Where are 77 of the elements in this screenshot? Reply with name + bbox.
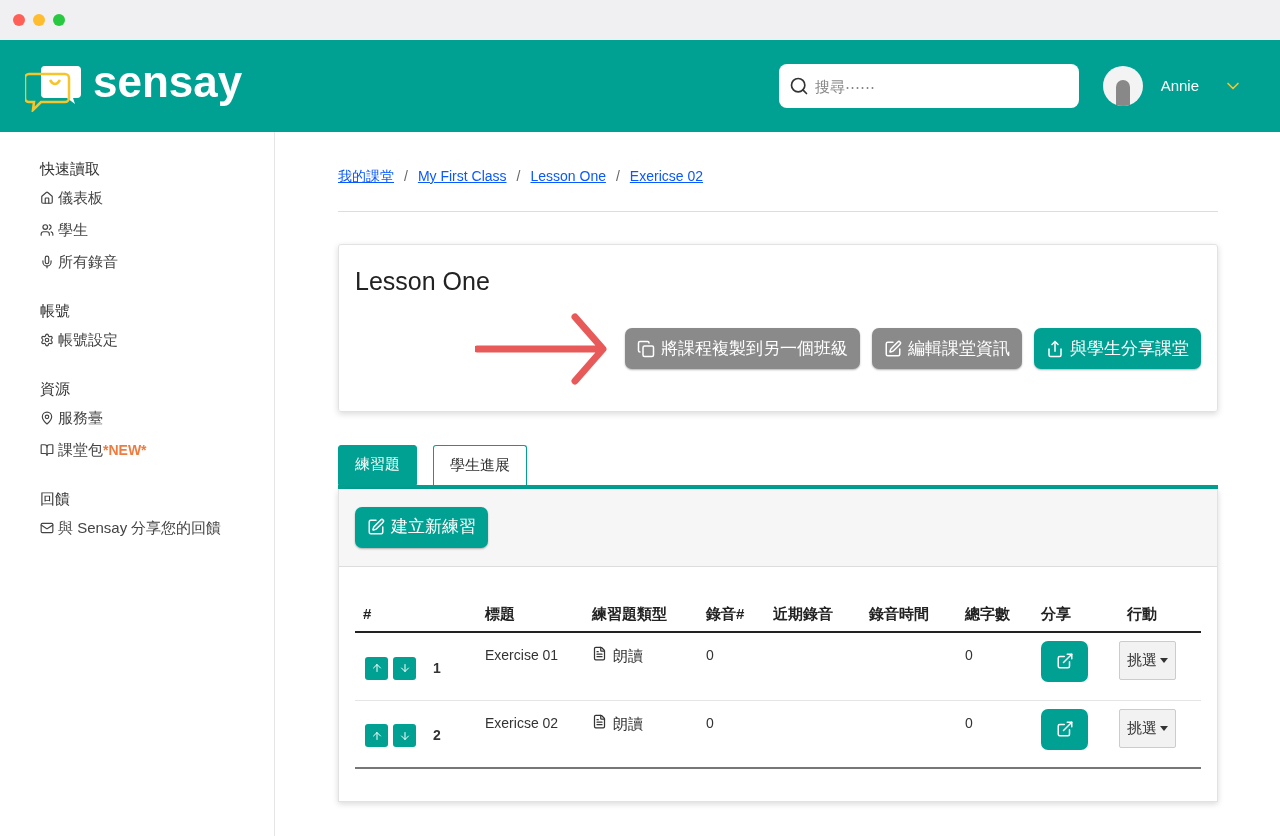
- avatar[interactable]: [1102, 66, 1143, 106]
- arrow-up-icon: [370, 729, 383, 742]
- move-up-button[interactable]: [365, 656, 388, 680]
- copy-icon: [637, 339, 655, 358]
- sidebar-heading: 資源: [40, 379, 71, 399]
- move-down-button[interactable]: [393, 724, 416, 747]
- caret-icon: [1160, 725, 1168, 731]
- column-header: #: [362, 605, 373, 623]
- table-cell-text: 朗讀: [613, 645, 643, 666]
- table-cell: 0: [706, 646, 714, 663]
- column-header: 錄音時間: [868, 605, 930, 623]
- select-dropdown[interactable]: 挑選: [1119, 640, 1176, 680]
- breadcrumb-separator: /: [615, 167, 620, 186]
- arrow-down-icon: [398, 729, 411, 742]
- document-icon: [592, 645, 607, 661]
- select-dropdown[interactable]: 挑選: [1119, 708, 1176, 748]
- lesson-title: Lesson One: [355, 266, 491, 297]
- microphone-icon: [40, 255, 54, 269]
- table-cell: Exericse 02: [485, 714, 559, 731]
- sidebar-link[interactable]: 帳號設定: [58, 328, 118, 352]
- move-down-button[interactable]: [393, 656, 416, 680]
- column-header: 錄音#: [705, 605, 746, 623]
- new-badge-text: *NEW*: [103, 440, 147, 460]
- row-number: 2: [433, 726, 441, 745]
- sidebar-link[interactable]: 儀表板: [58, 186, 103, 210]
- document-icon: [592, 713, 607, 729]
- breadcrumb-separator: /: [404, 167, 408, 186]
- minimize-icon[interactable]: [33, 14, 45, 26]
- sidebar-link[interactable]: 與 Sensay 分享您的回饋: [58, 516, 222, 540]
- share-button[interactable]: [1041, 708, 1088, 750]
- sidebar-link[interactable]: 課堂包: [58, 438, 103, 462]
- breadcrumb-link[interactable]: Lesson One: [530, 166, 606, 187]
- sidebar-link[interactable]: 學生: [58, 218, 88, 242]
- row-number: 1: [433, 658, 441, 678]
- column-header: 標題: [484, 605, 516, 623]
- share-icon: [1055, 720, 1074, 738]
- search-icon: [788, 76, 809, 96]
- edit-icon: [884, 339, 902, 358]
- arrow-down-icon: [398, 662, 411, 674]
- table-cell-text: 朗讀: [613, 713, 643, 734]
- arrow-up-icon: [370, 662, 383, 674]
- column-header: 近期錄音: [772, 605, 834, 623]
- maximize-icon[interactable]: [53, 14, 65, 26]
- column-header: 行動: [1126, 605, 1158, 623]
- breadcrumb-link[interactable]: 我的課堂: [338, 166, 394, 187]
- close-icon[interactable]: [13, 14, 25, 26]
- breadcrumb-link[interactable]: Exericse 02: [629, 166, 703, 187]
- breadcrumb-link[interactable]: My First Class: [417, 166, 507, 187]
- share-button[interactable]: [1041, 640, 1088, 682]
- home-icon: [40, 191, 54, 205]
- sidebar-heading: 快速讀取: [40, 159, 101, 179]
- edit-icon: [367, 518, 385, 536]
- arrow-right-icon: [475, 310, 609, 387]
- sidebar-heading: 回饋: [40, 489, 71, 509]
- table-cell: 0: [706, 714, 714, 731]
- sidebar-link[interactable]: 所有錄音: [58, 250, 118, 274]
- breadcrumb-separator: /: [516, 167, 521, 186]
- column-header: 練習題類型: [590, 605, 668, 623]
- move-up-button[interactable]: [365, 724, 388, 747]
- share-icon: [1046, 339, 1064, 358]
- column-header: 分享: [1040, 605, 1072, 623]
- mail-icon: [40, 521, 54, 535]
- sidebar-link[interactable]: 服務臺: [58, 406, 103, 430]
- settings-icon: [40, 333, 54, 347]
- column-header: 總字數: [963, 605, 1011, 623]
- book-icon: [40, 443, 54, 457]
- share-icon: [1055, 652, 1074, 670]
- pin-icon: [40, 411, 54, 425]
- logo-text: sensay: [93, 60, 243, 104]
- search-field[interactable]: 搜尋⋯⋯: [778, 64, 1079, 108]
- table-cell: 0: [965, 646, 973, 663]
- users-icon: [40, 223, 54, 237]
- sidebar-heading: 帳號: [40, 301, 71, 321]
- table-cell: Exercise 01: [485, 646, 559, 663]
- table-cell: 0: [965, 714, 973, 731]
- tab[interactable]: 學生進展: [433, 444, 527, 485]
- caret-icon: [1160, 657, 1168, 663]
